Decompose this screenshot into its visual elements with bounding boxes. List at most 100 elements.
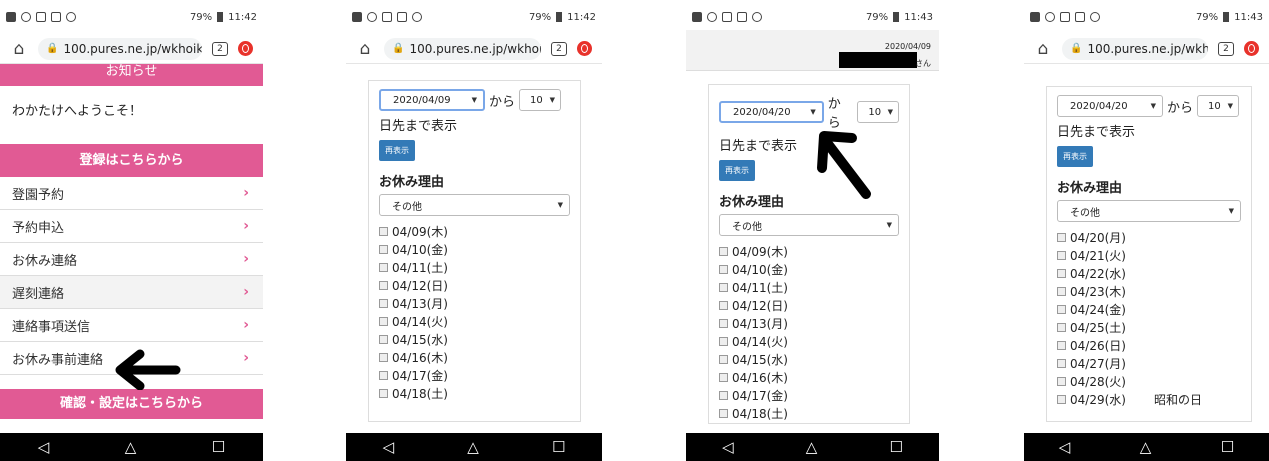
checkbox[interactable] [1057,286,1066,296]
list-item[interactable]: 04/09(木) [719,242,899,260]
tab-count-icon[interactable]: 2 [551,41,567,56]
start-date-select[interactable]: 2020/04/09 ▼ [379,89,485,111]
list-item[interactable]: 04/25(土) [1057,318,1241,336]
days-select[interactable]: 10 ▼ [1197,95,1240,117]
list-item[interactable]: 04/28(火) [1057,372,1241,390]
list-item[interactable]: 04/17(金) [379,366,570,384]
browser-menu-icon[interactable] [1244,41,1259,56]
list-item[interactable]: 04/13(月) [719,314,899,332]
checkbox[interactable] [1057,394,1066,404]
tab-count-icon[interactable]: 2 [1218,41,1234,56]
list-item[interactable]: 04/14(火) [719,332,899,350]
list-item[interactable]: 04/09(木) [379,222,570,240]
list-item[interactable]: 04/16(木) [379,348,570,366]
checkbox[interactable] [719,318,728,328]
checkbox[interactable] [1057,250,1066,260]
list-item[interactable]: 04/13(月) [379,294,570,312]
tab-count-icon[interactable]: 2 [212,41,228,56]
home-icon[interactable]: ⌂ [356,39,374,59]
back-icon[interactable]: ◁ [38,438,50,456]
checkbox[interactable] [1057,268,1066,278]
days-select[interactable]: 10 ▼ [519,89,562,111]
days-select[interactable]: 10 ▼ [857,101,899,123]
checkbox[interactable] [719,408,728,418]
home-nav-icon[interactable]: △ [1140,438,1152,456]
menu-item-advance-absence-notice[interactable]: お休み事前連絡 › [0,342,263,375]
checkbox[interactable] [719,246,728,256]
checkbox[interactable] [1057,376,1066,386]
checkbox[interactable] [379,262,388,272]
start-date-select[interactable]: 2020/04/20 ▼ [719,101,824,123]
list-item[interactable]: 04/21(火) [1057,246,1241,264]
checkbox[interactable] [379,226,388,236]
list-item[interactable]: 04/26(日) [1057,336,1241,354]
recents-icon[interactable]: ☐ [1221,438,1234,456]
menu-item-late-notice[interactable]: 遅刻連絡 › [0,276,263,309]
list-item[interactable]: 04/16(木) [719,368,899,386]
checkbox[interactable] [379,388,388,398]
checkbox[interactable] [719,336,728,346]
checkbox[interactable] [1057,358,1066,368]
address-field[interactable]: 🔒 100.pures.ne.jp/wkhoik [1062,37,1208,60]
reason-select[interactable]: その他 ▼ [379,194,570,216]
list-item[interactable]: 04/11(土) [719,278,899,296]
list-item[interactable]: 04/24(金) [1057,300,1241,318]
menu-item-absence-notice[interactable]: お休み連絡 › [0,243,263,276]
home-nav-icon[interactable]: △ [467,438,479,456]
checkbox[interactable] [1057,304,1066,314]
list-item[interactable]: 04/29(水) 昭和の日 [1057,390,1241,408]
home-icon[interactable]: ⌂ [10,39,28,59]
checkbox[interactable] [719,300,728,310]
checkbox[interactable] [1057,232,1066,242]
list-item[interactable]: 04/15(水) [719,350,899,368]
list-item[interactable]: 04/18(土) [719,404,899,422]
menu-item-attendance-reservation[interactable]: 登園予約 › [0,177,263,210]
list-item[interactable]: 04/12(日) [379,276,570,294]
home-nav-icon[interactable]: △ [806,438,818,456]
reason-select[interactable]: その他 ▼ [1057,200,1241,222]
menu-item-reservation-request[interactable]: 予約申込 › [0,210,263,243]
recents-icon[interactable]: ☐ [212,438,225,456]
reason-select[interactable]: その他 ▼ [719,214,899,236]
list-item[interactable]: 04/18(土) [379,384,570,402]
home-nav-icon[interactable]: △ [125,438,137,456]
menu-item-send-message[interactable]: 連絡事項送信 › [0,309,263,342]
checkbox[interactable] [379,316,388,326]
list-item[interactable]: 04/15(水) [379,330,570,348]
checkbox[interactable] [379,244,388,254]
checkbox[interactable] [1057,340,1066,350]
checkbox[interactable] [1057,322,1066,332]
list-item[interactable]: 04/17(金) [719,386,899,404]
recents-icon[interactable]: ☐ [552,438,565,456]
list-item[interactable]: 04/14(火) [379,312,570,330]
list-item[interactable]: 04/11(土) [379,258,570,276]
checkbox[interactable] [719,282,728,292]
back-icon[interactable]: ◁ [1059,438,1071,456]
back-icon[interactable]: ◁ [722,438,734,456]
list-item[interactable]: 04/10(金) [719,260,899,278]
list-item[interactable]: 04/23(木) [1057,282,1241,300]
checkbox[interactable] [719,372,728,382]
back-icon[interactable]: ◁ [383,438,395,456]
list-item[interactable]: 04/27(月) [1057,354,1241,372]
checkbox[interactable] [379,280,388,290]
checkbox[interactable] [719,390,728,400]
recents-icon[interactable]: ☐ [889,438,902,456]
start-date-select[interactable]: 2020/04/20 ▼ [1057,95,1163,117]
checkbox[interactable] [719,264,728,274]
redisplay-button[interactable]: 再表示 [719,160,755,181]
list-item[interactable]: 04/22(水) [1057,264,1241,282]
list-item[interactable]: 04/12(日) [719,296,899,314]
list-item[interactable]: 04/10(金) [379,240,570,258]
address-field[interactable]: 🔒 100.pures.ne.jp/wkhoik [384,37,541,60]
checkbox[interactable] [719,354,728,364]
browser-menu-icon[interactable] [238,41,253,56]
redisplay-button[interactable]: 再表示 [1057,146,1093,167]
checkbox[interactable] [379,298,388,308]
checkbox[interactable] [379,370,388,380]
checkbox[interactable] [379,334,388,344]
address-field[interactable]: 🔒 100.pures.ne.jp/wkhoik [38,37,202,60]
list-item[interactable]: 04/20(月) [1057,228,1241,246]
redisplay-button[interactable]: 再表示 [379,140,415,161]
home-icon[interactable]: ⌂ [1034,39,1052,59]
